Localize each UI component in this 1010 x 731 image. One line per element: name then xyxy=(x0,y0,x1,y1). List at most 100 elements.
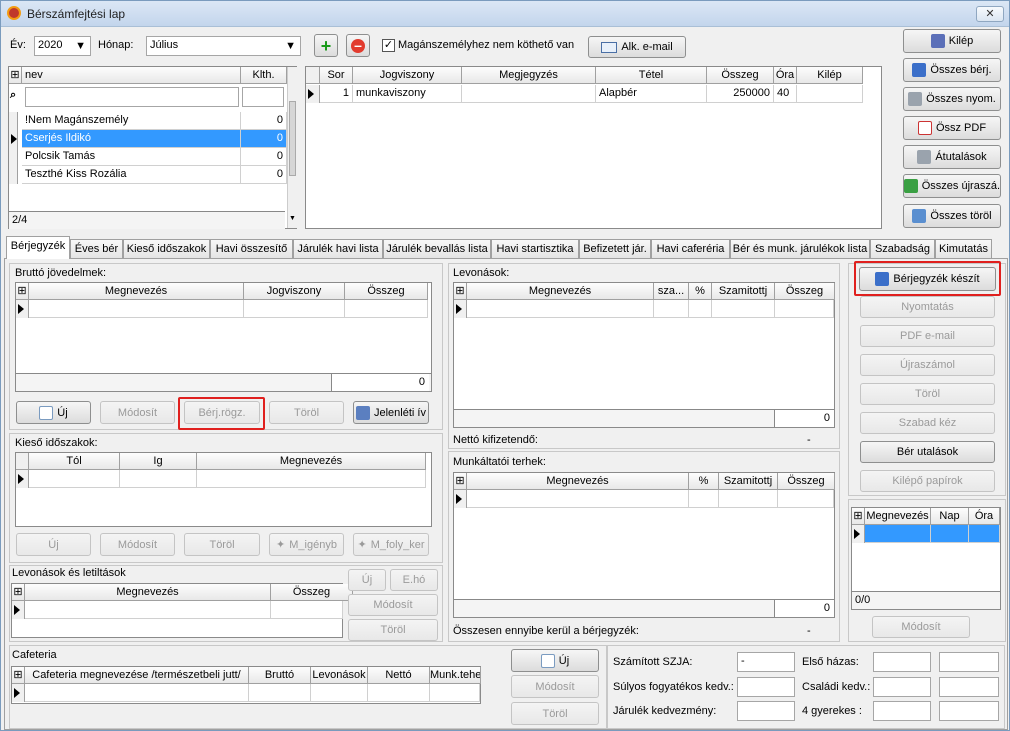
tab-jarulek-havi-lista[interactable]: Járulék havi lista xyxy=(293,239,383,258)
delete-all-button[interactable]: Összes töröl xyxy=(903,204,1001,228)
tab-kieso-idoszakok[interactable]: Kieső időszakok xyxy=(123,239,210,258)
grid-settings-icon[interactable]: ⊞ xyxy=(12,667,25,684)
free-hand-button[interactable]: Szabad kéz xyxy=(860,412,995,434)
col-header-osszeg[interactable]: Összeg xyxy=(345,283,428,300)
tab-havi-osszesito[interactable]: Havi összesítő xyxy=(210,239,293,258)
tab-szabadsag[interactable]: Szabadság xyxy=(870,239,935,258)
m-foly-button[interactable]: ✦ M_foly_ker xyxy=(353,533,429,556)
szja-field[interactable]: - xyxy=(737,652,795,672)
col-header-tol[interactable]: Tól xyxy=(29,453,120,470)
col-header-ora[interactable]: Óra xyxy=(969,508,1000,525)
deductions-delete-button[interactable]: Töröl xyxy=(348,619,438,641)
col-header-brutto[interactable]: Bruttó xyxy=(249,667,311,684)
col-header-megnevezes[interactable]: Megnevezés xyxy=(25,584,271,601)
tab-kimutatas[interactable]: Kimutatás xyxy=(935,239,992,258)
col-header-nap[interactable]: Nap xyxy=(931,508,969,525)
all-pdf-button[interactable]: Össz PDF xyxy=(903,116,1001,140)
col-header-megnevezes[interactable]: Megnevezés xyxy=(29,283,244,300)
recalc-all-button[interactable]: Összes újraszá. xyxy=(903,174,1001,198)
tab-havi-cafeteria[interactable]: Havi caferéria xyxy=(651,239,730,258)
csaladi-field-2[interactable] xyxy=(939,677,999,697)
gyerek-field-2[interactable] xyxy=(939,701,999,721)
col-header-percent[interactable]: % xyxy=(689,473,719,490)
m-igeny-button[interactable]: ✦ M_igényb xyxy=(269,533,344,556)
name-filter-input[interactable] xyxy=(25,87,239,107)
fogy-field[interactable] xyxy=(737,677,795,697)
scrollbar[interactable]: ▼ xyxy=(287,67,297,228)
tab-jarulek-bevallas-lista[interactable]: Járulék bevallás lista xyxy=(383,239,491,258)
col-header-jogviszony[interactable]: Jogviszony xyxy=(244,283,345,300)
grid-settings-icon[interactable]: ⊞ xyxy=(454,473,467,490)
wage-transfers-button[interactable]: Bér utalások xyxy=(860,441,995,463)
print-button[interactable]: Nyomtatás xyxy=(860,296,995,318)
scroll-down-icon[interactable]: ▼ xyxy=(289,215,296,222)
grid-settings-icon[interactable]: ⊞ xyxy=(16,283,29,300)
col-header-netto[interactable]: Nettó xyxy=(368,667,430,684)
attendance-button[interactable]: Jelenléti ív xyxy=(353,401,429,424)
remove-button[interactable]: – xyxy=(346,34,370,57)
grid-settings-icon[interactable]: ⊞ xyxy=(9,67,22,84)
grid-settings-icon[interactable]: ⊞ xyxy=(454,283,467,300)
add-button[interactable]: + xyxy=(314,34,338,57)
col-header-osszeg[interactable]: Összeg xyxy=(271,584,353,601)
delete-button[interactable]: Töröl xyxy=(860,383,995,405)
elso-field-1[interactable] xyxy=(873,652,931,672)
col-header-osszeg[interactable]: Összeg xyxy=(707,67,774,84)
jarulek-field[interactable] xyxy=(737,701,795,721)
tab-berjegyzek[interactable]: Bérjegyzék xyxy=(6,236,70,259)
col-header-megnevezes[interactable]: Megnevezés xyxy=(467,473,689,490)
leave-cell[interactable] xyxy=(865,525,931,543)
col-header-osszeg[interactable]: Összeg xyxy=(778,473,835,490)
email-button[interactable]: Alk. e-mail xyxy=(588,36,686,58)
tab-befizetett-jar[interactable]: Befizetett jár. xyxy=(579,239,651,258)
gross-edit-button[interactable]: Módosít xyxy=(100,401,175,424)
close-button[interactable]: ✕ xyxy=(976,6,1004,22)
col-header-munk-teher[interactable]: Munk.teher xyxy=(430,667,481,684)
tab-havi-statisztika[interactable]: Havi startisztika xyxy=(491,239,579,258)
grid-settings-icon[interactable]: ⊞ xyxy=(12,584,25,601)
col-header-levonasok[interactable]: Levonások xyxy=(311,667,368,684)
elso-field-2[interactable] xyxy=(939,652,999,672)
cafeteria-delete-button[interactable]: Töröl xyxy=(511,702,599,725)
col-header-name[interactable]: nev xyxy=(22,67,241,84)
col-header-osszeg[interactable]: Összeg xyxy=(775,283,835,300)
exit-button[interactable]: Kilép xyxy=(903,29,1001,53)
col-header-ig[interactable]: Ig xyxy=(120,453,197,470)
klth-filter-input[interactable] xyxy=(242,87,284,107)
absence-edit-button[interactable]: Módosít xyxy=(100,533,175,556)
cafeteria-edit-button[interactable]: Módosít xyxy=(511,675,599,698)
tab-eves-ber[interactable]: Éves bér xyxy=(70,239,123,258)
transfers-button[interactable]: Átutalások xyxy=(903,145,1001,169)
col-header-klth[interactable]: Klth. xyxy=(241,67,287,84)
col-header-percent[interactable]: % xyxy=(689,283,712,300)
col-header-szamitottj[interactable]: Szamitottj xyxy=(719,473,778,490)
exit-papers-button[interactable]: Kilépő papírok xyxy=(860,470,995,492)
print-all-button[interactable]: Összes nyom. xyxy=(903,87,1001,111)
col-header-sor[interactable]: Sor xyxy=(320,67,353,84)
col-header-jogviszony[interactable]: Jogviszony xyxy=(353,67,462,84)
csaladi-field-1[interactable] xyxy=(873,677,931,697)
pdf-email-button[interactable]: PDF e-mail xyxy=(860,325,995,347)
deductions-edit-button[interactable]: Módosít xyxy=(348,594,438,616)
gyerek-field-1[interactable] xyxy=(873,701,931,721)
col-header-megnevezes[interactable]: Megnevezés xyxy=(197,453,426,470)
col-header-megnevezes[interactable]: Megnevezés xyxy=(467,283,654,300)
col-header-tetel[interactable]: Tétel xyxy=(596,67,707,84)
col-header-ora[interactable]: Óra xyxy=(774,67,797,84)
all-payslips-button[interactable]: Összes bérj. xyxy=(903,58,1001,82)
col-header-megjegyzes[interactable]: Megjegyzés xyxy=(462,67,596,84)
col-header-sza[interactable]: sza... xyxy=(654,283,689,300)
grid-settings-icon[interactable]: ⊞ xyxy=(852,508,865,525)
col-header-cafeteria[interactable]: Cafeteria megnevezése /természetbeli jut… xyxy=(25,667,249,684)
col-header-szamitottj[interactable]: Szamitottj xyxy=(712,283,775,300)
gross-delete-button[interactable]: Töröl xyxy=(269,401,344,424)
tab-ber-es-munk-jarulekok[interactable]: Bér és munk. járulékok lista xyxy=(730,239,870,258)
month-select[interactable]: Július ▼ xyxy=(146,36,301,56)
cafeteria-new-button[interactable]: Új xyxy=(511,649,599,672)
gross-new-button[interactable]: Új xyxy=(16,401,91,424)
leave-edit-button[interactable]: Módosít xyxy=(872,616,970,638)
leave-cell[interactable] xyxy=(931,525,969,543)
col-header-megnevezes[interactable]: Megnevezés xyxy=(865,508,931,525)
eho-button[interactable]: E.hó xyxy=(390,569,438,591)
col-header-kilep[interactable]: Kilép xyxy=(797,67,863,84)
